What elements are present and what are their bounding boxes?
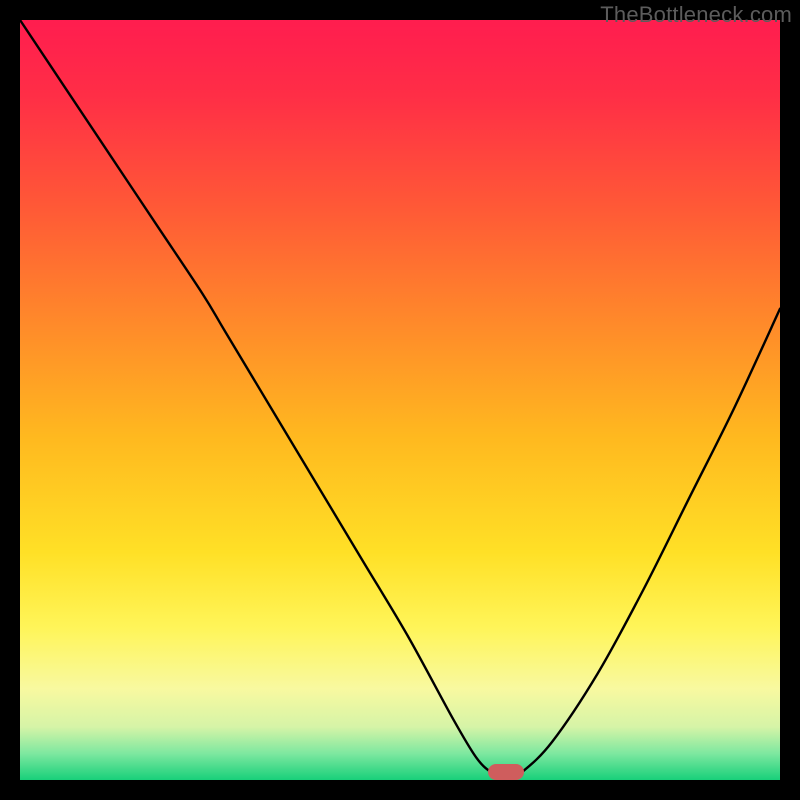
plot-area [20, 20, 780, 780]
watermark-text: TheBottleneck.com [600, 2, 792, 28]
bottleneck-chart [20, 20, 780, 780]
gradient-background [20, 20, 780, 780]
chart-frame: TheBottleneck.com [0, 0, 800, 800]
optimum-marker [488, 764, 524, 780]
